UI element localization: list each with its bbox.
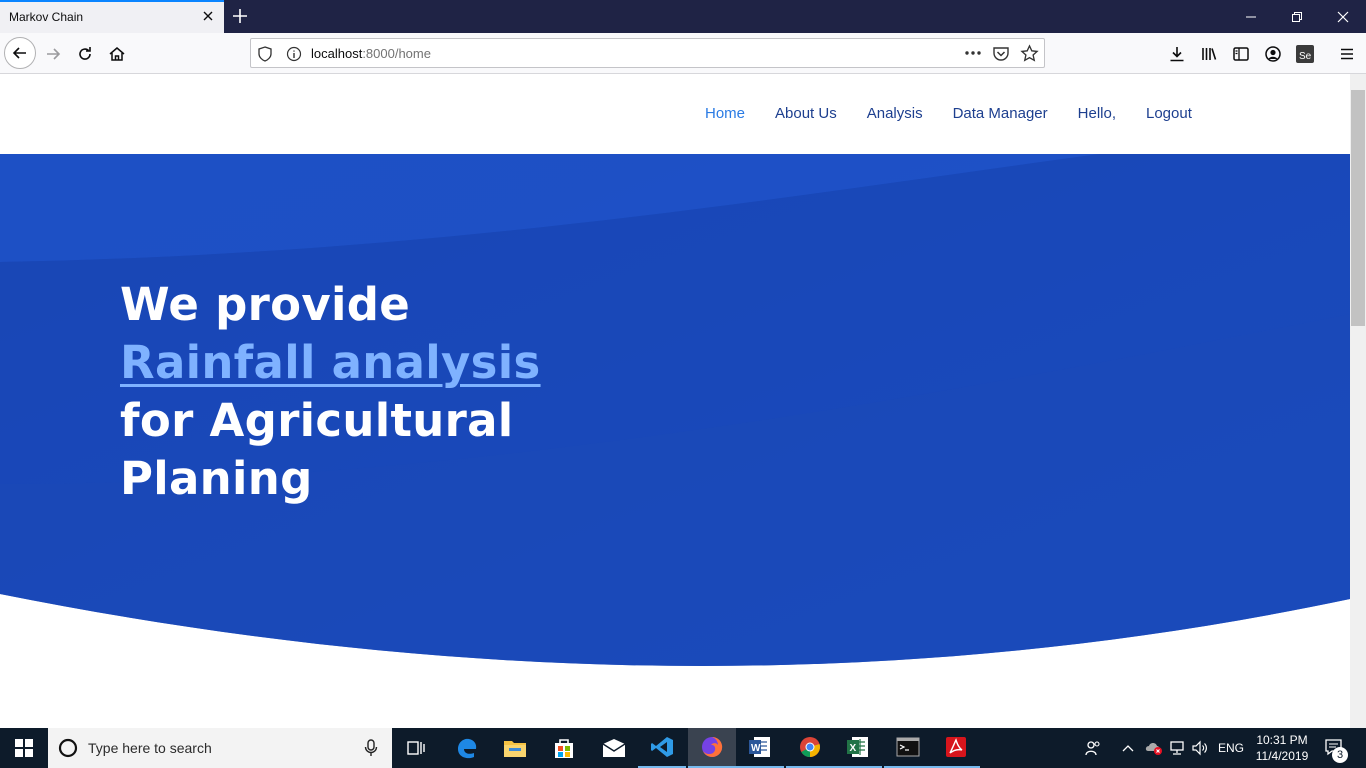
back-arrow-icon[interactable] xyxy=(4,37,36,69)
network-icon[interactable] xyxy=(1166,728,1188,768)
svg-text:X: X xyxy=(850,743,857,754)
notification-count-badge: 3 xyxy=(1332,747,1348,763)
volume-icon[interactable] xyxy=(1189,728,1211,768)
svg-text:Se: Se xyxy=(1299,51,1312,62)
close-tab-icon[interactable] xyxy=(200,8,216,24)
onedrive-error-icon[interactable] xyxy=(1142,728,1166,768)
selenium-extension-icon[interactable]: Se xyxy=(1290,39,1320,69)
system-clock[interactable]: 10:31 PM 11/4/2019 xyxy=(1250,732,1314,764)
people-icon[interactable] xyxy=(1080,728,1106,768)
windows-start-icon[interactable] xyxy=(0,728,48,768)
scrollbar-thumb[interactable] xyxy=(1351,90,1365,326)
home-icon[interactable] xyxy=(102,39,132,69)
url-text[interactable]: localhost:8000/home xyxy=(311,46,431,61)
bookmark-star-icon[interactable] xyxy=(1020,44,1039,67)
page-actions-icon[interactable] xyxy=(963,44,983,66)
web-page: Home About Us Analysis Data Manager Hell… xyxy=(0,74,1350,728)
word-icon[interactable]: W xyxy=(736,728,784,768)
firefox-icon[interactable] xyxy=(688,728,736,768)
search-placeholder: Type here to search xyxy=(88,740,212,756)
minimize-icon[interactable] xyxy=(1228,0,1274,33)
tab-strip: Markov Chain xyxy=(0,0,1366,33)
browser-toolbar: localhost:8000/home Se xyxy=(0,33,1366,74)
browser-tab[interactable]: Markov Chain xyxy=(0,0,224,33)
mail-icon[interactable] xyxy=(590,728,638,768)
vscode-icon[interactable] xyxy=(638,728,686,768)
cortana-circle-icon xyxy=(58,738,78,762)
library-icon[interactable] xyxy=(1194,39,1224,69)
nav-logout[interactable]: Logout xyxy=(1131,105,1207,122)
clock-date: 11/4/2019 xyxy=(1255,749,1309,763)
tab-title: Markov Chain xyxy=(9,10,84,24)
chevron-up-icon[interactable] xyxy=(1118,728,1138,768)
forward-arrow-icon[interactable] xyxy=(38,39,68,69)
file-explorer-icon[interactable] xyxy=(491,728,539,768)
excel-icon[interactable]: X xyxy=(834,728,882,768)
close-window-icon[interactable] xyxy=(1320,0,1366,33)
command-prompt-icon[interactable] xyxy=(884,728,932,768)
main-nav: Home About Us Analysis Data Manager Hell… xyxy=(690,105,1207,122)
microsoft-store-icon[interactable] xyxy=(540,728,588,768)
site-header: Home About Us Analysis Data Manager Hell… xyxy=(0,74,1350,154)
hero-line-3: for Agricultural xyxy=(120,394,514,447)
restore-icon[interactable] xyxy=(1274,0,1320,33)
microphone-icon[interactable] xyxy=(364,739,378,761)
chrome-icon[interactable] xyxy=(786,728,834,768)
task-view-icon[interactable] xyxy=(392,728,440,768)
hamburger-menu-icon[interactable] xyxy=(1332,39,1362,69)
nav-about-us[interactable]: About Us xyxy=(760,105,852,122)
new-tab-icon[interactable] xyxy=(230,6,250,26)
nav-analysis[interactable]: Analysis xyxy=(852,105,938,122)
hero-headline: We provide Rainfall analysis for Agricul… xyxy=(120,276,541,508)
hero-highlight-link[interactable]: Rainfall analysis xyxy=(120,334,541,392)
clock-time: 10:31 PM xyxy=(1256,733,1308,747)
tracking-shield-icon[interactable] xyxy=(258,46,272,66)
hero-line-1: We provide xyxy=(120,278,411,331)
account-icon[interactable] xyxy=(1258,39,1288,69)
taskbar-search-box[interactable]: Type here to search xyxy=(48,728,392,768)
edge-browser-icon[interactable] xyxy=(443,728,491,768)
hero-section: We provide Rainfall analysis for Agricul… xyxy=(0,154,1350,666)
downloads-icon[interactable] xyxy=(1162,39,1192,69)
svg-text:W: W xyxy=(751,743,761,754)
pocket-icon[interactable] xyxy=(992,45,1010,67)
windows-taskbar: Type here to search W X ENG 10:31 PM 11/… xyxy=(0,728,1366,768)
input-language[interactable]: ENG xyxy=(1214,728,1248,768)
address-bar[interactable]: localhost:8000/home xyxy=(250,38,1045,68)
nav-data-manager[interactable]: Data Manager xyxy=(938,105,1063,122)
nav-hello-user[interactable]: Hello, xyxy=(1063,105,1131,122)
nav-home[interactable]: Home xyxy=(690,105,760,122)
sidebar-icon[interactable] xyxy=(1226,39,1256,69)
reload-icon[interactable] xyxy=(70,39,100,69)
site-info-icon[interactable] xyxy=(286,46,302,66)
acrobat-reader-icon[interactable] xyxy=(932,728,980,768)
hero-line-4: Planing xyxy=(120,452,313,505)
